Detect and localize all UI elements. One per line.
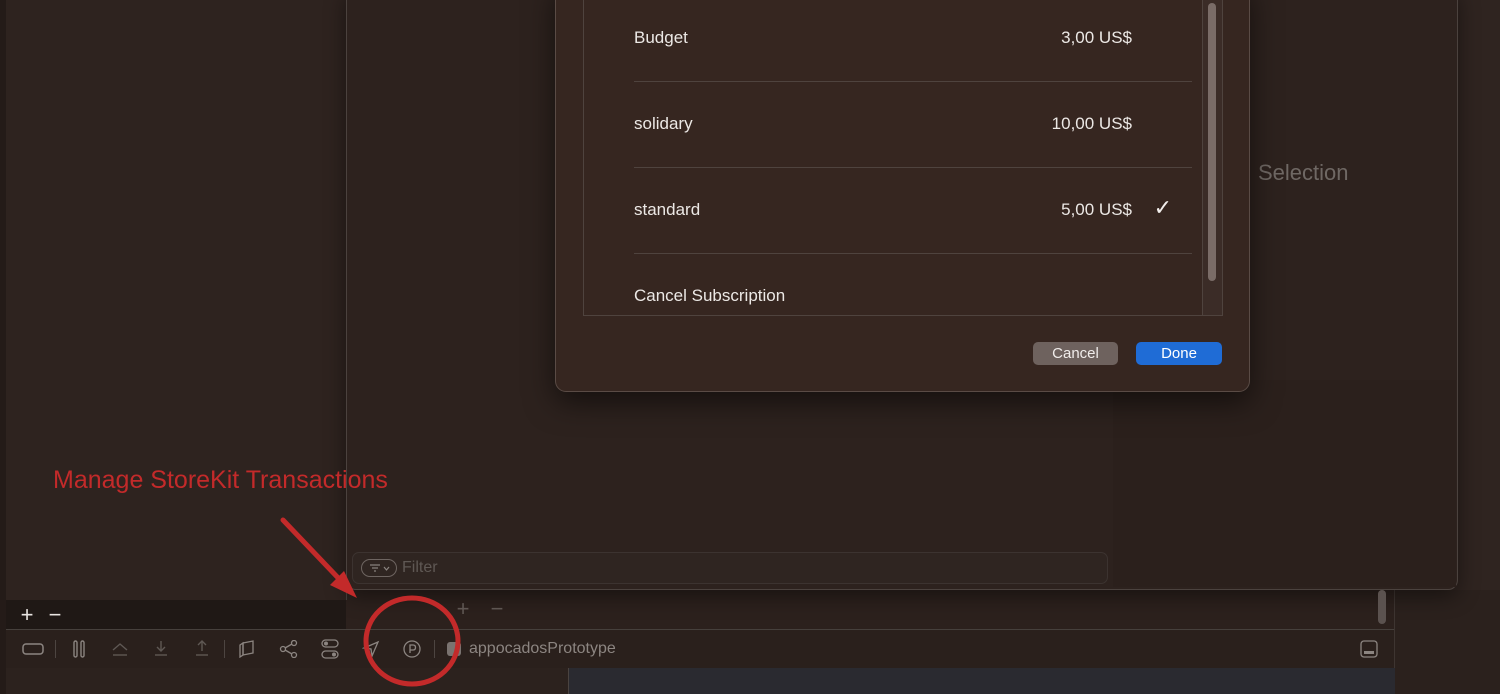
console-view (568, 668, 1395, 694)
subscription-row-standard[interactable]: standard 5,00 US$ ✓ (634, 167, 1192, 254)
annotation-label: Manage StoreKit Transactions (53, 466, 388, 494)
subscription-name: solidary (634, 114, 693, 133)
subscription-price: 3,00 US$ (1061, 28, 1132, 47)
subscription-row-budget[interactable]: Budget 3,00 US$ (634, 0, 1192, 82)
inspector-strip-lower (1394, 590, 1500, 694)
step-into-icon[interactable] (140, 630, 181, 668)
filter-options-icon[interactable] (361, 559, 397, 577)
panel-glyph (1360, 640, 1378, 658)
step-into-glyph (154, 641, 167, 656)
scrollbar-thumb[interactable] (1378, 590, 1386, 624)
add-icon[interactable]: + (16, 603, 38, 626)
layers-glyph (238, 640, 254, 658)
filter-placeholder: Filter (402, 559, 438, 576)
app-target-icon (447, 642, 461, 656)
subscription-row-cancel[interactable]: Cancel Subscription (634, 253, 1192, 315)
toolbar-separator (224, 640, 225, 658)
done-button[interactable]: Done (1136, 342, 1222, 365)
subscription-row-solidary[interactable]: solidary 10,00 US$ (634, 81, 1192, 168)
step-out-icon[interactable] (181, 630, 222, 668)
view-hierarchy-icon[interactable] (227, 630, 268, 668)
navigator-pane (6, 0, 347, 600)
subscription-name: standard (634, 200, 701, 219)
pause-icon[interactable] (58, 630, 99, 668)
hide-debug-area-icon[interactable] (12, 630, 53, 668)
location-arrow-glyph (361, 640, 379, 658)
list-scrollbar[interactable] (1202, 0, 1222, 315)
detail-pane (1113, 380, 1456, 587)
subscription-list: Budget 3,00 US$ solidary 10,00 US$ stand… (583, 0, 1223, 316)
filter-lines-icon (369, 564, 380, 572)
pause-glyph (72, 640, 85, 658)
app-target-label: appocados­Prototype (469, 640, 616, 657)
chevron-down-icon (383, 566, 389, 571)
subscription-name: Budget (634, 28, 688, 47)
debug-toolbar: appocados­Prototype (6, 629, 1394, 669)
simulate-location-icon[interactable] (350, 630, 391, 668)
toolbar-separator (434, 640, 435, 658)
step-over-glyph (112, 643, 127, 656)
subscription-name: Cancel Subscription (634, 286, 786, 305)
step-over-icon[interactable] (99, 630, 140, 668)
add-transaction-icon[interactable]: + (452, 598, 474, 620)
environment-overrides-icon[interactable] (309, 630, 350, 668)
variables-view (6, 668, 568, 694)
checkmark-icon: ✓ (1153, 195, 1172, 220)
memory-graph-icon[interactable] (268, 630, 309, 668)
subscription-price: 5,00 US$ (1061, 200, 1132, 219)
list-scrollbar-thumb[interactable] (1208, 3, 1216, 281)
filter-field[interactable]: Filter (352, 552, 1108, 584)
step-out-glyph (195, 640, 208, 656)
debug-area-icon (21, 643, 44, 655)
remove-icon[interactable]: − (44, 603, 66, 626)
manage-storekit-transactions-icon[interactable] (391, 630, 432, 668)
toggle-panel-icon[interactable] (1360, 640, 1378, 658)
manager-bottom-bar: + − (346, 590, 1376, 628)
storekit-glyph (402, 640, 421, 658)
subscription-price: 10,00 US$ (1051, 114, 1132, 133)
remove-transaction-icon[interactable]: − (486, 598, 508, 620)
no-selection-label: Selection (1258, 160, 1349, 185)
graph-glyph (279, 640, 297, 658)
cancel-button[interactable]: Cancel (1033, 342, 1118, 365)
toggles-glyph (320, 639, 339, 659)
toolbar-separator (55, 640, 56, 658)
navigator-bottom-bar: + − (6, 600, 346, 629)
